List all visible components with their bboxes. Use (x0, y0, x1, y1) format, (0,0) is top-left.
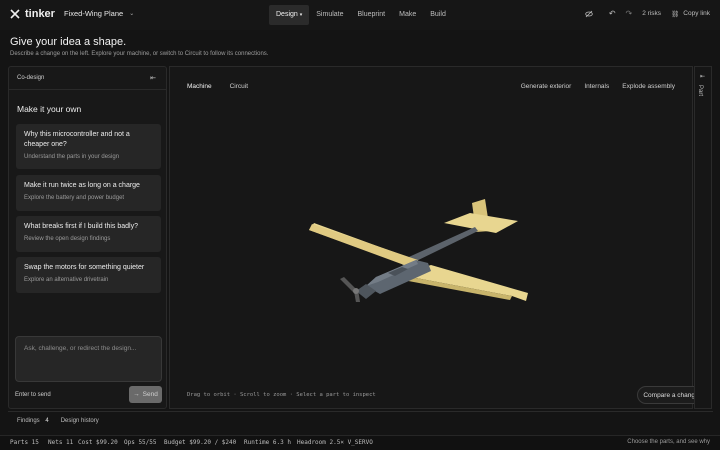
status-parts: Parts 15 (10, 439, 39, 446)
codesign-panel: Co-design ⇤ Make it your own Why this mi… (8, 66, 167, 409)
explode-assembly-button[interactable]: Explode assembly (622, 83, 675, 90)
tab-circuit[interactable]: Circuit (230, 83, 248, 90)
expand-panel-icon[interactable]: ⇤ (700, 73, 705, 80)
top-bar: tinker Fixed-Wing Plane ⌄ Design ▾ Simul… (0, 0, 720, 30)
tinker-logo-icon (10, 9, 20, 19)
findings-count: 4 (45, 417, 49, 424)
findings-label: Findings (17, 417, 40, 424)
status-budget: Budget $99.20 / $240 (164, 439, 237, 446)
suggestion-card[interactable]: What breaks first if I build this badly?… (16, 216, 161, 252)
app-name: tinker (25, 8, 55, 20)
undo-icon[interactable]: ↶ (609, 9, 616, 18)
part-rail: ⇤ Part (694, 66, 712, 409)
send-button[interactable]: → Send (129, 386, 162, 403)
app-logo[interactable]: tinker (10, 8, 55, 20)
findings-tab[interactable]: Findings 4 (17, 418, 49, 424)
redo-icon[interactable]: ↷ (626, 9, 633, 18)
design-history-tab[interactable]: Design history (61, 418, 99, 424)
view-tabs: Machine Circuit (187, 83, 248, 90)
status-nets: Nets 11 (48, 439, 74, 446)
codesign-title: Make it your own (17, 104, 82, 114)
page-title: Give your idea a shape. (10, 36, 127, 48)
project-name: Fixed-Wing Plane (64, 9, 124, 18)
status-ops: Ops 55/55 (124, 439, 157, 446)
suggestion-card[interactable]: Swap the motors for something quieter Ex… (16, 257, 161, 293)
suggestion-card[interactable]: Why this microcontroller and not a cheap… (16, 124, 161, 169)
suggestion-subtitle: Explore an alternative drivetrain (24, 277, 109, 283)
nav-tab-simulate[interactable]: Simulate (309, 5, 350, 25)
suggestion-subtitle: Understand the parts in your design (24, 154, 120, 160)
send-label: Send (142, 391, 158, 398)
airplane-model[interactable] (300, 187, 540, 302)
copy-link-label: Copy link (683, 10, 710, 17)
page-subtitle: Describe a change on the left. Explore y… (10, 51, 269, 57)
status-headroom: Headroom 2.5× V_SERVO (297, 439, 373, 446)
viewer-actions: Generate exterior Internals Explode asse… (521, 83, 675, 90)
suggestion-subtitle: Review the open design findings (24, 236, 111, 242)
copy-link-button[interactable]: ⛓ Copy link (671, 10, 710, 18)
chevron-down-icon: ⌄ (129, 11, 135, 17)
part-rail-label[interactable]: Part (697, 85, 703, 96)
project-selector[interactable]: Fixed-Wing Plane ⌄ (64, 9, 134, 18)
internals-button[interactable]: Internals (584, 83, 609, 90)
divider (9, 89, 166, 90)
hide-eye-icon[interactable] (585, 10, 593, 18)
spinner (353, 288, 359, 294)
suggestion-title: Swap the motors for something quieter (24, 264, 145, 271)
chat-input[interactable]: Ask, challenge, or redirect the design..… (15, 336, 162, 382)
collapse-panel-icon[interactable]: ⇤ (150, 74, 156, 82)
nav-tab-build[interactable]: Build (423, 5, 453, 25)
suggestion-card[interactable]: Make it run twice as long on a charge Ex… (16, 175, 161, 211)
horizontal-stabilizer[interactable] (444, 213, 518, 233)
bottom-tabs: Findings 4 Design history (8, 411, 713, 429)
left-wing-top (309, 224, 418, 269)
enter-hint: Enter to send (15, 392, 51, 398)
status-runtime: Runtime 6.3 h (244, 439, 291, 446)
suggestion-title: Why this microcontroller and not a cheap… (24, 131, 130, 148)
top-right-tools: ↶ ↷ 2 risks ⛓ Copy link (585, 9, 710, 18)
nav-tab-design-label: Design (276, 11, 298, 18)
main-nav: Design ▾ Simulate Blueprint Make Build (269, 5, 453, 25)
caret-down-icon: ▾ (299, 12, 303, 18)
status-tagline: Choose the parts, and see why (627, 439, 710, 445)
status-bar: Parts 15 Nets 11 Cost $99.20 Ops 55/55 B… (0, 435, 720, 450)
suggestion-title: Make it run twice as long on a charge (24, 182, 140, 189)
arrow-right-icon: → (133, 391, 140, 398)
link-icon: ⛓ (671, 10, 680, 18)
nav-tab-make[interactable]: Make (392, 5, 423, 25)
suggestion-title: What breaks first if I build this badly? (24, 223, 138, 230)
risks-indicator[interactable]: 2 risks (642, 10, 661, 17)
viewer-hint: Drag to orbit · Scroll to zoom · Select … (187, 392, 376, 398)
generate-exterior-button[interactable]: Generate exterior (521, 83, 572, 90)
nav-tab-blueprint[interactable]: Blueprint (351, 5, 393, 25)
codesign-header: Co-design (17, 75, 45, 81)
suggestion-subtitle: Explore the battery and power budget (24, 195, 125, 201)
nav-tab-design[interactable]: Design ▾ (269, 5, 310, 25)
machine-viewer[interactable]: Machine Circuit Generate exterior Intern… (169, 66, 705, 409)
status-cost: Cost $99.20 (78, 439, 118, 446)
tab-machine[interactable]: Machine (187, 83, 212, 90)
